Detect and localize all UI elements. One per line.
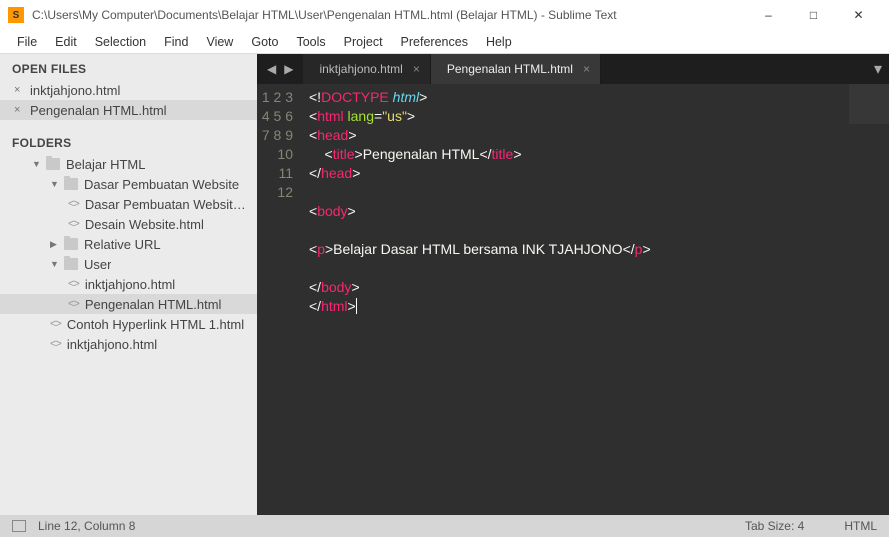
tab-next-icon[interactable]: ▶ — [284, 62, 293, 76]
tab-label: Pengenalan HTML.html — [447, 62, 573, 76]
folders-header: FOLDERS — [0, 128, 257, 154]
file-icon: <> — [68, 198, 79, 210]
tab-label: inktjahjono.html — [319, 62, 402, 76]
file-icon: <> — [50, 338, 61, 350]
file-label: Dasar Pembuatan Website.html — [85, 197, 249, 212]
menu-help[interactable]: Help — [477, 33, 521, 51]
file-item[interactable]: <> Dasar Pembuatan Website.html — [0, 194, 257, 214]
menu-edit[interactable]: Edit — [46, 33, 86, 51]
menu-view[interactable]: View — [197, 33, 242, 51]
file-item[interactable]: <> Pengenalan HTML.html — [0, 294, 257, 314]
file-icon: <> — [68, 278, 79, 290]
tab-close-icon[interactable]: × — [413, 62, 420, 76]
window-title: C:\Users\My Computer\Documents\Belajar H… — [32, 8, 746, 22]
menu-preferences[interactable]: Preferences — [392, 33, 477, 51]
window-controls: – □ ✕ — [746, 0, 881, 30]
minimize-button[interactable]: – — [746, 0, 791, 30]
folder-icon — [46, 158, 60, 170]
status-position[interactable]: Line 12, Column 8 — [38, 519, 135, 533]
status-tab-size[interactable]: Tab Size: 4 — [745, 519, 804, 533]
file-label: inktjahjono.html — [30, 83, 120, 98]
folder-icon — [64, 178, 78, 190]
code-editor[interactable]: 1 2 3 4 5 6 7 8 9 10 11 12 <!DOCTYPE htm… — [257, 84, 889, 515]
tab-overflow-icon[interactable]: ▾ — [867, 54, 889, 84]
app-icon: S — [8, 7, 24, 23]
folder-icon — [64, 238, 78, 250]
status-bar: Line 12, Column 8 Tab Size: 4 HTML — [0, 515, 889, 537]
folder-label: Relative URL — [84, 237, 161, 252]
tab-bar: ◀ ▶ inktjahjono.html×Pengenalan HTML.htm… — [257, 54, 889, 84]
folder-label: User — [84, 257, 111, 272]
menu-goto[interactable]: Goto — [242, 33, 287, 51]
line-gutter: 1 2 3 4 5 6 7 8 9 10 11 12 — [257, 84, 303, 515]
folder-label: Belajar HTML — [66, 157, 145, 172]
menu-project[interactable]: Project — [335, 33, 392, 51]
file-item[interactable]: <> Desain Website.html — [0, 214, 257, 234]
editor-tab[interactable]: Pengenalan HTML.html × — [431, 54, 601, 84]
open-file-item[interactable]: × inktjahjono.html — [0, 80, 257, 100]
editor-area: ◀ ▶ inktjahjono.html×Pengenalan HTML.htm… — [257, 54, 889, 515]
tab-spacer — [601, 54, 867, 84]
close-icon[interactable]: × — [14, 84, 24, 96]
file-item[interactable]: <> inktjahjono.html — [0, 274, 257, 294]
disclosure-down-icon[interactable]: ▼ — [50, 259, 62, 269]
file-label: Pengenalan HTML.html — [85, 297, 222, 312]
folder-item[interactable]: ▼ Dasar Pembuatan Website — [0, 174, 257, 194]
file-icon: <> — [68, 298, 79, 310]
file-label: inktjahjono.html — [67, 337, 157, 352]
disclosure-down-icon[interactable]: ▼ — [50, 179, 62, 189]
main-area: OPEN FILES ×inktjahjono.html×Pengenalan … — [0, 54, 889, 515]
menu-selection[interactable]: Selection — [86, 33, 155, 51]
menu-file[interactable]: File — [8, 33, 46, 51]
folder-item[interactable]: ▼ Belajar HTML — [0, 154, 257, 174]
disclosure-right-icon[interactable]: ▶ — [50, 239, 62, 250]
tabs: inktjahjono.html × Pengenalan HTML.html × — [303, 54, 601, 84]
file-label: Pengenalan HTML.html — [30, 103, 167, 118]
maximize-button[interactable]: □ — [791, 0, 836, 30]
editor-tab[interactable]: inktjahjono.html × — [303, 54, 430, 84]
folder-tree: ▼ Belajar HTML ▼ Dasar Pembuatan Website <> D… — [0, 154, 257, 354]
file-icon: <> — [68, 218, 79, 230]
open-files-header: OPEN FILES — [0, 54, 257, 80]
folder-label: Dasar Pembuatan Website — [84, 177, 239, 192]
tab-prev-icon[interactable]: ◀ — [267, 62, 276, 76]
disclosure-down-icon[interactable]: ▼ — [32, 159, 44, 169]
file-icon: <> — [50, 318, 61, 330]
close-icon[interactable]: × — [14, 104, 24, 116]
menu-bar: FileEditSelectionFindViewGotoToolsProjec… — [0, 30, 889, 54]
sidebar: OPEN FILES × inktjahjono.html × Pengenalan … — [0, 54, 257, 515]
open-file-item[interactable]: × Pengenalan HTML.html — [0, 100, 257, 120]
close-button[interactable]: ✕ — [836, 0, 881, 30]
folder-item[interactable]: ▼ User — [0, 254, 257, 274]
folder-icon — [64, 258, 78, 270]
menu-find[interactable]: Find — [155, 33, 197, 51]
file-label: inktjahjono.html — [85, 277, 175, 292]
folder-item[interactable]: ▶ Relative URL — [0, 234, 257, 254]
file-item[interactable]: <> inktjahjono.html — [0, 334, 257, 354]
tab-nav-arrows: ◀ ▶ — [257, 54, 303, 84]
code-content[interactable]: <!DOCTYPE html> <html lang="us"> <head> … — [303, 84, 889, 515]
title-bar: S C:\Users\My Computer\Documents\Belajar… — [0, 0, 889, 30]
status-syntax[interactable]: HTML — [844, 519, 877, 533]
file-label: Desain Website.html — [85, 217, 204, 232]
file-label: Contoh Hyperlink HTML 1.html — [67, 317, 244, 332]
panel-toggle-icon[interactable] — [12, 520, 26, 532]
file-item[interactable]: <> Contoh Hyperlink HTML 1.html — [0, 314, 257, 334]
minimap[interactable] — [849, 84, 889, 144]
menu-tools[interactable]: Tools — [287, 33, 334, 51]
tab-close-icon[interactable]: × — [583, 62, 590, 76]
open-files-list: × inktjahjono.html × Pengenalan HTML.html — [0, 80, 257, 120]
